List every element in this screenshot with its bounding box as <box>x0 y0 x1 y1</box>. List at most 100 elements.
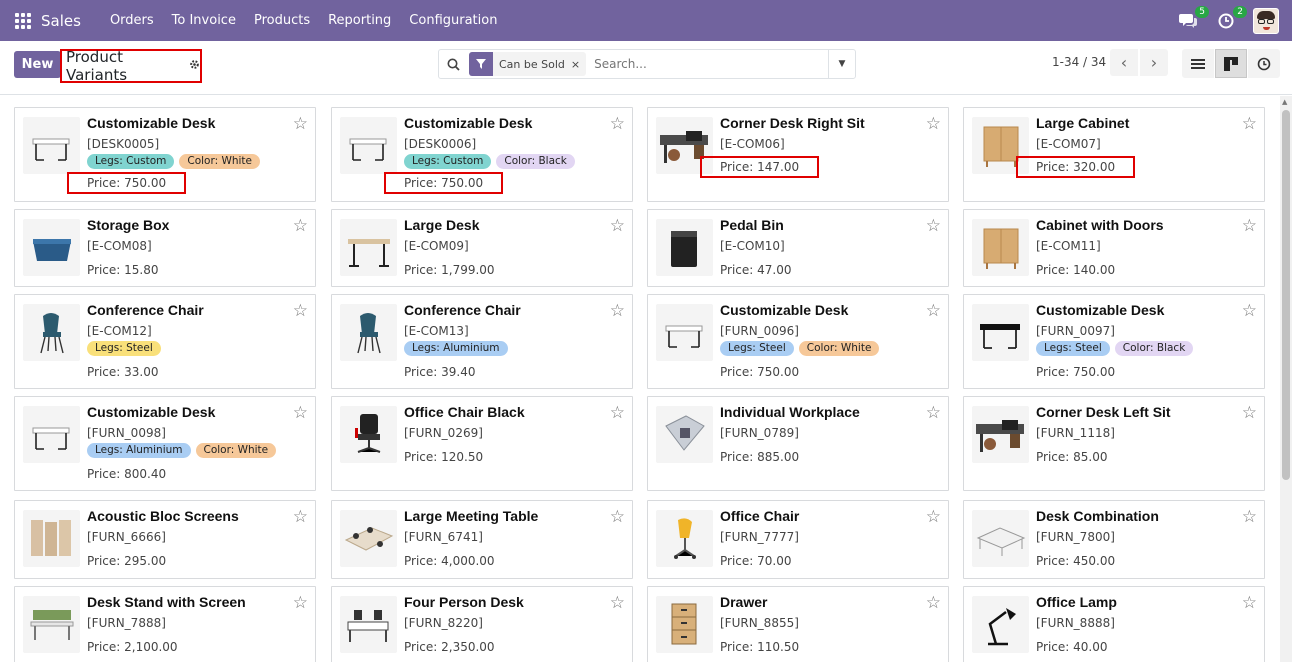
product-reference: [FURN_0096] <box>720 324 799 338</box>
app-name[interactable]: Sales <box>41 12 81 30</box>
new-button[interactable]: New <box>14 51 61 78</box>
product-image <box>972 219 1029 276</box>
activities-badge: 2 <box>1233 5 1247 18</box>
kanban-view-button[interactable] <box>1215 49 1247 78</box>
search-input[interactable] <box>594 57 823 71</box>
product-card[interactable]: Customizable Desk [DESK0005] Legs: Custom C… <box>14 107 316 202</box>
favorite-star-icon[interactable]: ☆ <box>1242 218 1257 235</box>
scrollbar[interactable]: ▲ <box>1280 96 1292 662</box>
product-card[interactable]: Large Meeting Table [FURN_6741] Price: 4,0… <box>331 500 633 579</box>
favorite-star-icon[interactable]: ☆ <box>293 595 308 612</box>
product-card[interactable]: Pedal Bin [E-COM10] Price: 47.00 ☆ <box>647 209 949 287</box>
product-card[interactable]: Customizable Desk [FURN_0096] Legs: Steel C… <box>647 294 949 389</box>
favorite-star-icon[interactable]: ☆ <box>610 405 625 422</box>
product-card[interactable]: Office Lamp [FURN_8888] Price: 40.00 ☆ <box>963 586 1265 662</box>
product-card[interactable]: Office Chair [FURN_7777] Price: 70.00 ☆ <box>647 500 949 579</box>
favorite-star-icon[interactable]: ☆ <box>1242 116 1257 133</box>
favorite-star-icon[interactable]: ☆ <box>610 116 625 133</box>
filter-facet[interactable]: Can be Sold × <box>469 52 587 76</box>
favorite-star-icon[interactable]: ☆ <box>610 509 625 526</box>
product-price: Price: 885.00 <box>720 450 800 464</box>
product-card[interactable]: Drawer [FURN_8855] Price: 110.50 ☆ <box>647 586 949 662</box>
product-card[interactable]: Office Chair Black [FURN_0269] Price: 120.… <box>331 396 633 491</box>
product-price: Price: 2,100.00 <box>87 640 178 654</box>
product-card[interactable]: Customizable Desk [DESK0006] Legs: Custom C… <box>331 107 633 202</box>
product-name: Large Cabinet <box>1036 115 1130 131</box>
favorite-star-icon[interactable]: ☆ <box>1242 303 1257 320</box>
favorite-star-icon[interactable]: ☆ <box>926 595 941 612</box>
product-price: Price: 39.40 <box>404 365 476 379</box>
pager-value[interactable]: 1-34 / 34 <box>1052 55 1106 69</box>
menu-reporting[interactable]: Reporting <box>319 13 400 28</box>
product-card[interactable]: Cabinet with Doors [E-COM11] Price: 140.00… <box>963 209 1265 287</box>
product-card[interactable]: Large Cabinet [E-COM07] Price: 320.00 ☆ <box>963 107 1265 202</box>
gear-icon[interactable] <box>189 59 200 73</box>
favorite-star-icon[interactable]: ☆ <box>293 218 308 235</box>
menu-orders[interactable]: Orders <box>101 13 163 28</box>
messages-icon[interactable]: 5 <box>1177 5 1209 32</box>
product-card[interactable]: Desk Stand with Screen [FURN_7888] Price: … <box>14 586 316 662</box>
favorite-star-icon[interactable]: ☆ <box>293 303 308 320</box>
product-image <box>972 406 1029 463</box>
attribute-tag: Legs: Aluminium <box>404 341 508 356</box>
attribute-tag: Legs: Aluminium <box>87 443 191 458</box>
attribute-tags: Legs: Aluminium <box>404 341 513 356</box>
scroll-thumb[interactable] <box>1282 110 1290 480</box>
product-name: Office Chair <box>720 508 800 524</box>
favorite-star-icon[interactable]: ☆ <box>610 303 625 320</box>
menu-to-invoice[interactable]: To Invoice <box>163 13 245 28</box>
product-image <box>340 596 397 653</box>
product-card[interactable]: Conference Chair [E-COM13] Legs: Aluminium… <box>331 294 633 389</box>
product-price: Price: 2,350.00 <box>404 640 495 654</box>
search-options-toggle-icon[interactable]: ▼ <box>828 50 855 78</box>
favorite-star-icon[interactable]: ☆ <box>610 218 625 235</box>
activity-view-button[interactable] <box>1248 49 1280 78</box>
favorite-star-icon[interactable]: ☆ <box>926 218 941 235</box>
product-reference: [E-COM11] <box>1036 239 1101 253</box>
attribute-tag: Color: White <box>798 341 880 356</box>
product-price: Price: 450.00 <box>1036 554 1116 568</box>
search-bar: Can be Sold × ▼ <box>438 49 856 79</box>
favorite-star-icon[interactable]: ☆ <box>293 405 308 422</box>
pager-previous-button[interactable]: ‹ <box>1110 49 1138 76</box>
product-reference: [E-COM07] <box>1036 137 1101 151</box>
product-card[interactable]: Individual Workplace [FURN_0789] Price: 88… <box>647 396 949 491</box>
product-card[interactable]: Desk Combination [FURN_7800] Price: 450.00… <box>963 500 1265 579</box>
product-card[interactable]: Large Desk [E-COM09] Price: 1,799.00 ☆ <box>331 209 633 287</box>
product-card[interactable]: Acoustic Bloc Screens [FURN_6666] Price: 2… <box>14 500 316 579</box>
product-reference: [DESK0006] <box>404 137 477 151</box>
favorite-star-icon[interactable]: ☆ <box>1242 405 1257 422</box>
favorite-star-icon[interactable]: ☆ <box>1242 509 1257 526</box>
product-card[interactable]: Four Person Desk [FURN_8220] Price: 2,350.… <box>331 586 633 662</box>
menu-configuration[interactable]: Configuration <box>400 13 506 28</box>
activities-clock-icon[interactable]: 2 <box>1215 5 1247 32</box>
pager-next-button[interactable]: › <box>1140 49 1168 76</box>
product-reference: [FURN_0098] <box>87 426 166 440</box>
favorite-star-icon[interactable]: ☆ <box>293 116 308 133</box>
filter-icon <box>469 52 493 76</box>
app-grid-icon[interactable] <box>15 12 31 29</box>
menu-products[interactable]: Products <box>245 13 319 28</box>
product-name: Customizable Desk <box>1036 302 1165 318</box>
product-price: Price: 110.50 <box>720 640 800 654</box>
favorite-star-icon[interactable]: ☆ <box>293 509 308 526</box>
user-avatar[interactable] <box>1253 7 1279 34</box>
product-card[interactable]: Storage Box [E-COM08] Price: 15.80 ☆ <box>14 209 316 287</box>
list-view-button[interactable] <box>1182 49 1214 78</box>
favorite-star-icon[interactable]: ☆ <box>926 303 941 320</box>
product-card[interactable]: Corner Desk Left Sit [FURN_1118] Price: 85… <box>963 396 1265 491</box>
favorite-star-icon[interactable]: ☆ <box>1242 595 1257 612</box>
product-card[interactable]: Corner Desk Right Sit [E-COM06] Price: 147… <box>647 107 949 202</box>
search-icon[interactable] <box>439 58 467 71</box>
scroll-up-icon[interactable]: ▲ <box>1282 98 1287 106</box>
favorite-star-icon[interactable]: ☆ <box>926 509 941 526</box>
product-reference: [FURN_1118] <box>1036 426 1115 440</box>
product-card[interactable]: Customizable Desk [FURN_0098] Legs: Alumin… <box>14 396 316 491</box>
product-card[interactable]: Conference Chair [E-COM12] Legs: Steel Pric… <box>14 294 316 389</box>
favorite-star-icon[interactable]: ☆ <box>926 405 941 422</box>
product-price: Price: 15.80 <box>87 263 159 277</box>
product-card[interactable]: Customizable Desk [FURN_0097] Legs: Steel C… <box>963 294 1265 389</box>
favorite-star-icon[interactable]: ☆ <box>926 116 941 133</box>
favorite-star-icon[interactable]: ☆ <box>610 595 625 612</box>
facet-remove-icon[interactable]: × <box>571 58 586 71</box>
